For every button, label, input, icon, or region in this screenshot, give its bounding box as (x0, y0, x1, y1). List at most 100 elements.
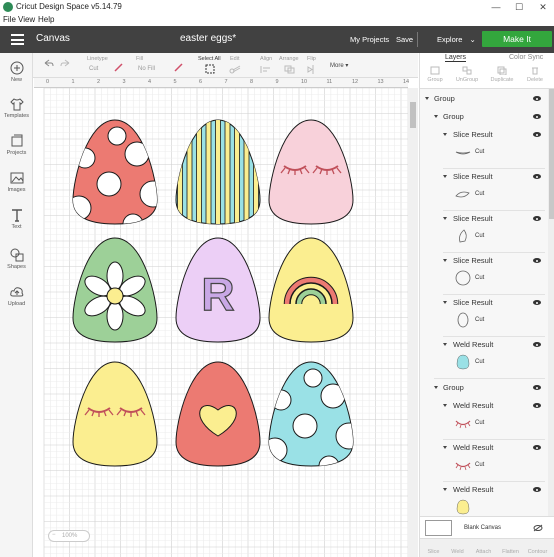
panel-bottom-tools: Slice Weld Attach Flatten Contour (420, 538, 554, 557)
zoom-out-icon[interactable]: − (52, 532, 56, 538)
layer-divider (434, 378, 545, 379)
expand-caret-icon[interactable] (434, 386, 438, 389)
layers-list: Group Group Slice Result Cut Slice Resul… (420, 89, 548, 516)
weld-button[interactable]: Weld (444, 549, 471, 555)
layer-tools: Group UnGroup Duplicate Delete (420, 63, 554, 89)
expand-caret-icon[interactable] (425, 97, 429, 100)
explore-button[interactable]: Explore ⌄ (437, 35, 476, 44)
layer-operation: Cut (475, 420, 485, 426)
blank-canvas-label: Blank Canvas (464, 525, 502, 531)
visibility-eye-icon[interactable] (533, 445, 541, 450)
blank-canvas-row[interactable]: Blank Canvas (420, 516, 554, 538)
egg-dot (124, 141, 150, 167)
visibility-eye-icon[interactable] (533, 132, 541, 137)
visibility-eye-icon[interactable] (533, 403, 541, 408)
duplicate-button[interactable]: Duplicate (487, 77, 517, 83)
tab-color-sync[interactable]: Color Sync (509, 54, 543, 61)
layer-thumbnail (456, 499, 470, 515)
flatten-button[interactable]: Flatten (497, 549, 524, 555)
layer-row-slice-result[interactable]: Slice Result Cut (420, 253, 548, 293)
layer-operation: Cut (475, 359, 485, 365)
contour-button[interactable]: Contour (524, 549, 551, 555)
egg-rainbow (268, 237, 354, 343)
layer-thumbnail (459, 229, 467, 243)
visibility-eye-icon[interactable] (533, 487, 541, 492)
layer-label: Weld Result (453, 401, 494, 410)
blank-canvas-swatch[interactable] (425, 520, 452, 536)
visibility-eye-icon[interactable] (533, 342, 541, 347)
duplicate-icon[interactable] (497, 66, 507, 75)
expand-caret-icon[interactable] (434, 115, 438, 118)
layers-scrollbar[interactable] (548, 89, 554, 516)
visibility-eye-icon[interactable] (533, 174, 541, 179)
delete-button[interactable]: Delete (520, 77, 550, 83)
group-icon[interactable] (430, 66, 440, 75)
egg-stripe (243, 120, 250, 224)
layer-thumbnail (455, 151, 471, 155)
ungroup-icon[interactable] (462, 66, 472, 75)
visibility-eye-icon[interactable] (533, 216, 541, 221)
expand-caret-icon[interactable] (443, 446, 447, 449)
expand-caret-icon[interactable] (443, 488, 447, 491)
egg-flower (72, 237, 158, 343)
expand-caret-icon[interactable] (443, 133, 447, 136)
layer-operation: Cut (475, 233, 485, 239)
slice-button[interactable]: Slice (420, 549, 447, 555)
zoom-control[interactable]: − 100% (48, 530, 90, 542)
expand-caret-icon[interactable] (443, 175, 447, 178)
egg-lashes (268, 119, 354, 225)
layer-row-weld-result[interactable]: Weld Result Cut (420, 337, 548, 377)
layer-row-slice-result[interactable]: Slice Result Cut (420, 169, 548, 209)
make-it-button[interactable]: Make It (482, 31, 552, 47)
visibility-eye-icon[interactable] (533, 258, 541, 263)
tab-layers[interactable]: Layers (445, 54, 467, 62)
layer-row-weld-result[interactable]: Weld Result Cut (420, 440, 548, 480)
layer-label: Slice Result (453, 130, 493, 139)
attach-button[interactable]: Attach (470, 549, 497, 555)
maximize-button[interactable]: ☐ (513, 1, 525, 13)
visibility-eye-icon[interactable] (533, 300, 541, 305)
group-button[interactable]: Group (420, 77, 450, 83)
egg-dots (72, 119, 158, 225)
expand-caret-icon[interactable] (443, 301, 447, 304)
hidden-eye-icon[interactable] (533, 524, 543, 532)
layer-row-slice-result[interactable]: Slice Result Cut (420, 211, 548, 251)
expand-caret-icon[interactable] (443, 404, 447, 407)
layer-row-group[interactable]: Group (420, 380, 548, 394)
egg-dot (303, 368, 323, 388)
layer-thumbnail (455, 462, 471, 471)
layer-thumbnail (457, 312, 469, 328)
scrollbar-thumb[interactable] (549, 89, 554, 219)
layer-thumbnail (455, 270, 471, 286)
header-divider (417, 32, 418, 47)
layer-label: Slice Result (453, 298, 493, 307)
close-window-button[interactable]: ✕ (537, 1, 549, 13)
zoom-level: 100% (62, 533, 78, 539)
visibility-eye-icon[interactable] (533, 96, 541, 101)
ungroup-button[interactable]: UnGroup (452, 77, 482, 83)
expand-caret-icon[interactable] (443, 343, 447, 346)
visibility-eye-icon[interactable] (533, 114, 541, 119)
delete-icon[interactable] (530, 66, 540, 75)
egg-stripe (224, 120, 231, 224)
egg-dot (269, 437, 288, 463)
layer-row-weld-result[interactable]: Weld Result Cut (420, 398, 548, 438)
scrollbar-thumb[interactable] (410, 102, 416, 128)
canvas-scrollbar[interactable] (408, 88, 418, 557)
layer-row-group[interactable]: Group (420, 109, 548, 123)
egg-dots (268, 361, 354, 467)
panel-tabs: Layers Color Sync (420, 53, 554, 63)
layer-row-slice-result[interactable]: Slice Result Cut (420, 127, 548, 167)
layer-row-slice-result[interactable]: Slice Result Cut (420, 295, 548, 335)
minimize-button[interactable]: — (490, 1, 502, 13)
layer-operation: Cut (475, 275, 485, 281)
layer-row-weld-result[interactable]: Weld Result (420, 482, 548, 516)
layer-row-group[interactable]: Group (420, 91, 548, 105)
egg-dot (73, 195, 92, 221)
expand-caret-icon[interactable] (443, 217, 447, 220)
expand-caret-icon[interactable] (443, 259, 447, 262)
visibility-eye-icon[interactable] (533, 385, 541, 390)
egg-stripe (205, 120, 212, 224)
egg-heart (175, 361, 261, 467)
flower-center (106, 287, 124, 305)
